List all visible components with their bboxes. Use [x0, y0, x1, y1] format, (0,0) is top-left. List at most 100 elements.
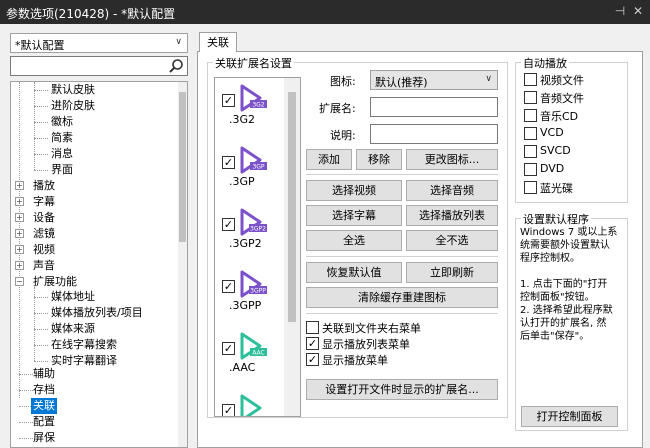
select-all-button[interactable]: 全选 — [306, 230, 402, 251]
file-badge: AAC — [252, 350, 264, 357]
checkbox[interactable]: ✓ — [222, 156, 235, 169]
select-playlist-button[interactable]: 选择播放列表 — [406, 205, 498, 226]
icon-select-value: 默认(推荐) — [375, 76, 428, 89]
refresh-now-button[interactable]: 立即刷新 — [406, 262, 498, 283]
list-item[interactable]: ✓ 3G2 .3G2 — [215, 82, 285, 144]
extension-list-scrollbar[interactable] — [284, 78, 300, 416]
tree-item-config[interactable]: 配置 — [33, 414, 55, 430]
icon-select[interactable]: 默认(推荐) ∨ — [370, 70, 498, 90]
add-button[interactable]: 添加 — [306, 149, 352, 170]
autoplay-cd-checkbox[interactable] — [524, 109, 537, 122]
autoplay-bluray-checkbox[interactable] — [524, 181, 537, 194]
close-icon[interactable]: ✕ — [630, 3, 646, 19]
scrollbar-thumb[interactable] — [288, 92, 296, 322]
tree-item-archive[interactable]: 存档 — [33, 382, 55, 398]
search-input[interactable] — [10, 56, 188, 76]
list-item[interactable]: ✓ AAC .AAC — [215, 330, 285, 392]
tree-item-audio[interactable]: 声音 — [33, 258, 55, 274]
select-subtitle-button[interactable]: 选择字幕 — [306, 205, 402, 226]
tree-item-extensions[interactable]: 扩展功能 — [33, 274, 77, 290]
collapse-icon[interactable]: − — [15, 277, 24, 286]
tree-item-assist[interactable]: 辅助 — [33, 366, 55, 382]
extension-list[interactable]: ✓ 3G2 .3G2 ✓ 3GP .3GP ✓ 3GP2 .3GP2 ✓ 3GP… — [214, 77, 301, 417]
tree-item-device[interactable]: 设备 — [33, 210, 55, 226]
default-program-note: Windows 7 或以上系 统需要额外设置默认 程序控制权。 1. 点击下面的… — [520, 227, 618, 342]
ext-label: 扩展名: — [319, 102, 356, 115]
remove-button[interactable]: 移除 — [356, 149, 402, 170]
list-item[interactable]: ✓ 3GP2 .3GP2 — [215, 206, 285, 268]
autoplay-audio-checkbox[interactable] — [524, 91, 537, 104]
tree-item-logo[interactable]: 徽标 — [51, 114, 73, 130]
tab-association[interactable]: 关联 — [199, 32, 237, 52]
tree-item-simple[interactable]: 简素 — [51, 130, 73, 146]
playlist-menu-label: 显示播放列表菜单 — [322, 338, 410, 351]
checkbox[interactable]: ✓ — [222, 94, 235, 107]
set-open-ext-button[interactable]: 设置打开文件时显示的扩展名... — [306, 379, 498, 400]
expand-icon[interactable]: + — [15, 213, 24, 222]
autoplay-svcd-checkbox[interactable] — [524, 145, 537, 158]
expand-icon[interactable]: + — [15, 197, 24, 206]
autoplay-dvd-checkbox[interactable] — [524, 163, 537, 176]
list-item[interactable]: ✓ — [215, 392, 285, 416]
tree-item-video[interactable]: 视频 — [33, 242, 55, 258]
media-file-icon: 3GP — [240, 146, 267, 174]
separator — [306, 256, 498, 257]
tree-item-filter[interactable]: 滤镜 — [33, 226, 55, 242]
tree-item-media-playlist[interactable]: 媒体播放列表/项目 — [51, 305, 143, 321]
tree-item-interface[interactable]: 界面 — [51, 162, 73, 178]
search-icon[interactable] — [168, 58, 184, 74]
checkbox[interactable]: ✓ — [222, 342, 235, 355]
autoplay-vcd-checkbox[interactable] — [524, 127, 537, 140]
tree-item-media-url[interactable]: 媒体地址 — [51, 289, 95, 305]
restore-default-button[interactable]: 恢复默认值 — [306, 262, 402, 283]
select-video-button[interactable]: 选择视频 — [306, 180, 402, 201]
extension-input[interactable] — [370, 97, 498, 117]
expand-icon[interactable]: + — [15, 261, 24, 270]
list-item[interactable]: ✓ 3GP .3GP — [215, 144, 285, 206]
autoplay-video-checkbox[interactable] — [524, 73, 537, 86]
checkbox[interactable]: ✓ — [222, 218, 235, 231]
profile-select[interactable]: *默认配置 ∨ — [10, 33, 188, 53]
clear-cache-button[interactable]: 清除缓存重建图标 — [306, 287, 498, 308]
tree-item-online-subtitle[interactable]: 在线字幕搜索 — [51, 337, 117, 353]
folder-menu-label: 关联到文件夹右菜单 — [322, 322, 421, 335]
tree-item-default-skin[interactable]: 默认皮肤 — [51, 82, 95, 98]
pin-icon[interactable]: ⊣ — [612, 3, 628, 19]
default-program-title: 设置默认程序 — [521, 211, 591, 227]
select-audio-button[interactable]: 选择音频 — [406, 180, 498, 201]
tree-item-subtitle[interactable]: 字幕 — [33, 194, 55, 210]
description-input[interactable] — [370, 124, 498, 144]
settings-tree[interactable]: 默认皮肤 进阶皮肤 徽标 简素 消息 界面 + 播放 + 字幕 + 设备 + 滤… — [10, 81, 188, 448]
tree-item-live-translate[interactable]: 实时字幕翻译 — [51, 353, 117, 369]
tree-item-playback[interactable]: 播放 — [33, 178, 55, 194]
change-icon-button[interactable]: 更改图标... — [406, 149, 498, 170]
tree-item-advanced-skin[interactable]: 进阶皮肤 — [51, 98, 95, 114]
title-bar: 参数选项(210428) - *默认配置 ⊣ ✕ — [0, 0, 650, 24]
playlist-menu-checkbox[interactable]: ✓ — [306, 337, 319, 350]
open-control-panel-button[interactable]: 打开控制面板 — [521, 406, 618, 427]
checkbox[interactable]: ✓ — [222, 280, 235, 293]
chevron-down-icon: ∨ — [485, 74, 492, 84]
autoplay-bluray-label: 蓝光碟 — [540, 182, 573, 195]
folder-menu-checkbox[interactable] — [306, 321, 319, 334]
desc-label: 说明: — [330, 129, 356, 142]
media-file-icon: 3GPP — [240, 270, 267, 298]
expand-icon[interactable]: + — [15, 245, 24, 254]
expand-icon[interactable]: + — [15, 229, 24, 238]
tree-item-message[interactable]: 消息 — [51, 146, 73, 162]
select-none-button[interactable]: 全不选 — [406, 230, 498, 251]
checkbox[interactable]: ✓ — [222, 404, 235, 416]
tree-scrollbar[interactable] — [178, 82, 187, 447]
media-file-icon: 3GP2 — [240, 208, 267, 236]
file-badge: 3GP — [252, 164, 264, 171]
tree-item-association[interactable]: 关联 — [31, 398, 57, 414]
list-item[interactable]: ✓ 3GPP .3GPP — [215, 268, 285, 330]
tree-item-screensaver[interactable]: 屏保 — [33, 430, 55, 446]
scrollbar-thumb[interactable] — [179, 92, 186, 242]
autoplay-vcd-label: VCD — [540, 126, 564, 139]
expand-icon[interactable]: + — [15, 181, 24, 190]
file-badge: 3GPP — [250, 288, 266, 295]
tree-item-media-source[interactable]: 媒体来源 — [51, 321, 95, 337]
ext-name: .3GPP — [229, 299, 262, 312]
play-menu-checkbox[interactable]: ✓ — [306, 353, 319, 366]
